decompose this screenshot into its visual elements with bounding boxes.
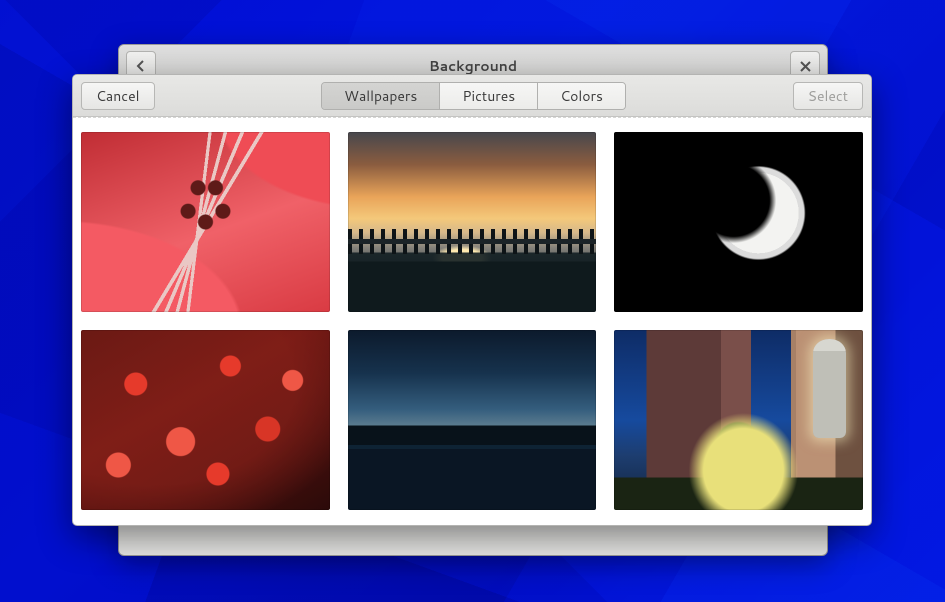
wallpaper-thumb[interactable] (614, 330, 863, 510)
dialog-header: Cancel Wallpapers Pictures Colors Select (73, 75, 871, 117)
cancel-button[interactable]: Cancel (81, 82, 155, 110)
background-window-title: Background (429, 56, 517, 76)
select-button[interactable]: Select (793, 82, 863, 110)
wallpaper-thumb[interactable] (348, 330, 597, 510)
wallpaper-picker-dialog: Cancel Wallpapers Pictures Colors Select (72, 74, 872, 526)
tab-colors[interactable]: Colors (538, 83, 625, 109)
source-tabs: Wallpapers Pictures Colors (321, 82, 626, 110)
wallpaper-thumb[interactable] (81, 330, 330, 510)
close-icon (800, 61, 811, 72)
wallpaper-thumb[interactable] (348, 132, 597, 312)
chevron-left-icon (136, 60, 146, 72)
wallpaper-grid (81, 132, 863, 510)
wallpaper-grid-scroll[interactable] (73, 117, 871, 525)
wallpaper-thumb[interactable] (81, 132, 330, 312)
wallpaper-thumb[interactable] (614, 132, 863, 312)
tab-wallpapers[interactable]: Wallpapers (322, 83, 440, 109)
tab-pictures[interactable]: Pictures (440, 83, 538, 109)
